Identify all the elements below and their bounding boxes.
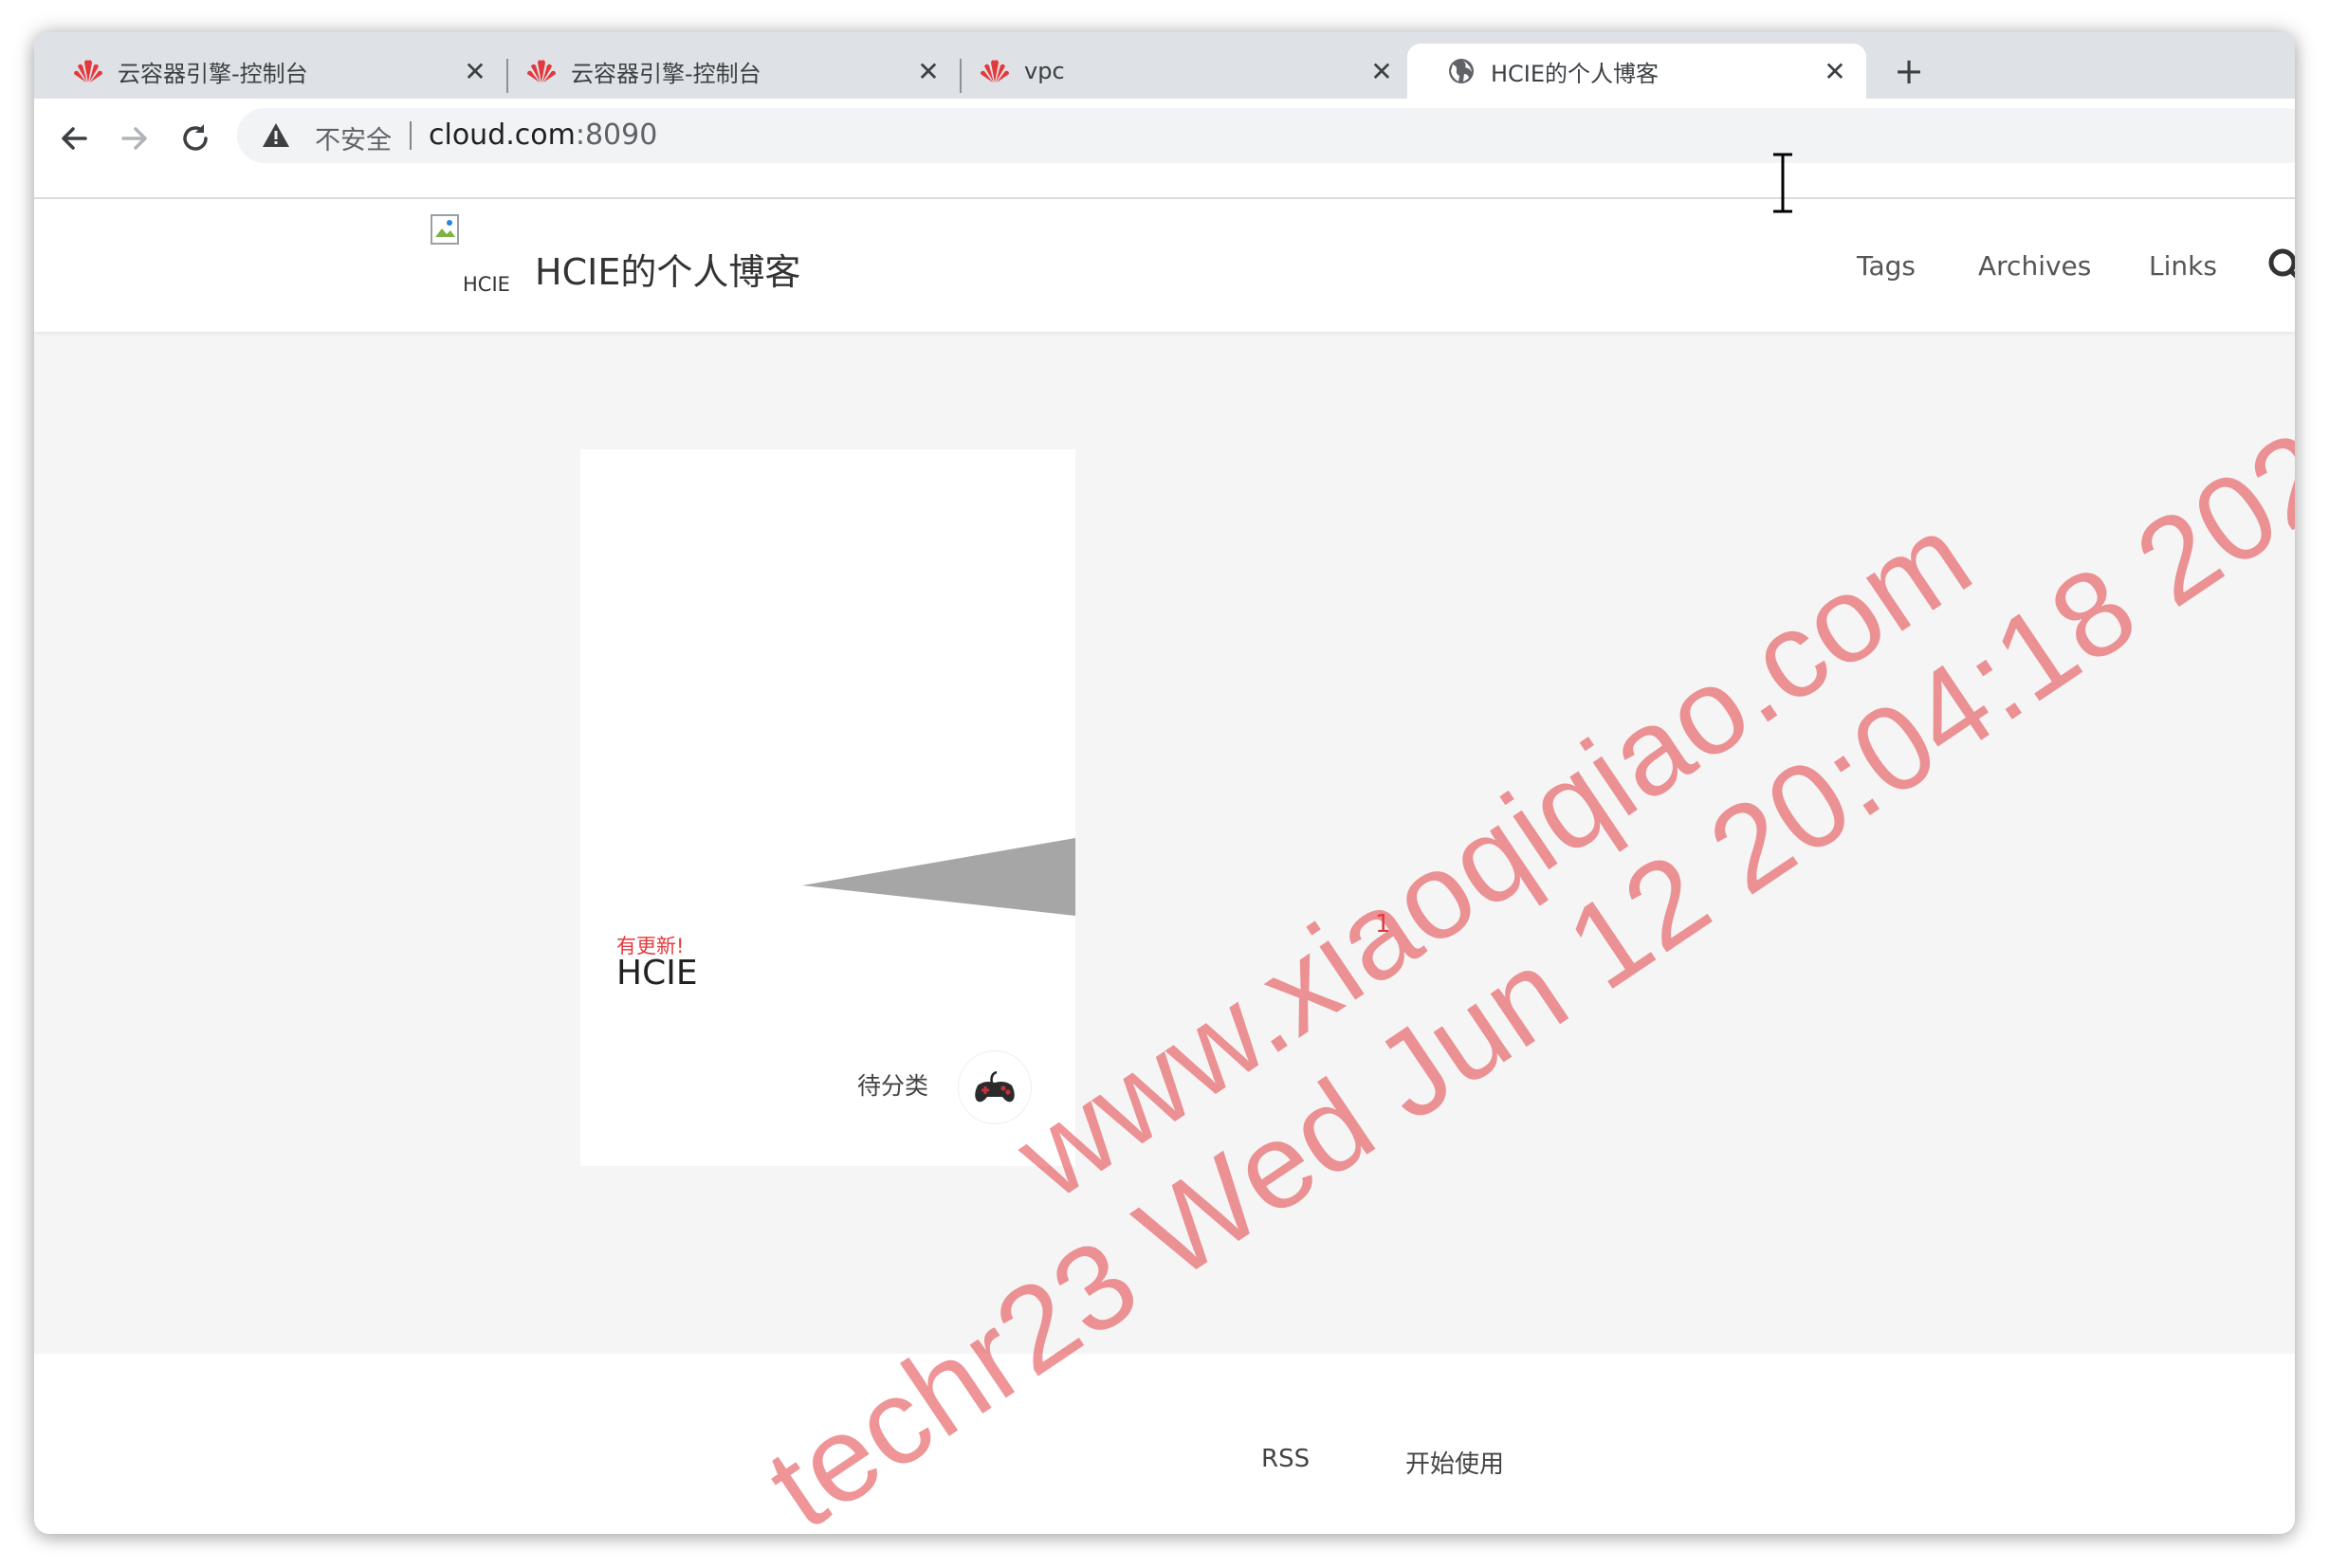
browser-toolbar: 不安全 cloud.com:8090 [34, 99, 2295, 199]
huawei-logo-icon [72, 55, 104, 87]
nav-link-links[interactable]: Links [2149, 250, 2217, 282]
tab-title: 云容器引擎-控制台 [118, 60, 308, 87]
post-title[interactable]: HCIE [616, 954, 698, 993]
tab-strip: 云容器引擎-控制台 ✕ 云容器引擎-控制台 ✕ vpc ✕ HCIE的个人博客 … [34, 32, 2295, 99]
huawei-logo-icon [525, 55, 558, 87]
new-tab-button[interactable]: + [1887, 49, 1931, 93]
tab-title: vpc [1024, 58, 1065, 84]
footer-link-get-started[interactable]: 开始使用 [1405, 1445, 1504, 1480]
close-icon[interactable]: ✕ [1366, 55, 1398, 87]
page-viewport: HCIE HCIE的个人博客 Tags Archives Links 有更新! … [34, 199, 2295, 1534]
url-host: cloud.com [429, 119, 576, 152]
arrow-right-icon [121, 127, 147, 150]
site-header: HCIE HCIE的个人博客 Tags Archives Links [34, 199, 2295, 332]
url-text[interactable]: cloud.com:8090 [429, 119, 657, 152]
tab-title: 云容器引擎-控制台 [571, 60, 761, 87]
huawei-logo-icon [979, 55, 1011, 87]
logo-alt-text: HCIE [463, 273, 510, 296]
address-bar[interactable]: 不安全 cloud.com:8090 [237, 108, 2295, 163]
reload-icon [183, 124, 208, 151]
back-button[interactable] [51, 116, 97, 161]
tab-vpc[interactable]: vpc ✕ [941, 44, 1413, 99]
post-category[interactable]: 待分类 [857, 1067, 928, 1102]
nav-link-archives[interactable]: Archives [1978, 250, 2091, 282]
search-icon[interactable] [2266, 246, 2295, 284]
reload-button[interactable] [173, 116, 218, 161]
tab-hcie-blog[interactable]: HCIE的个人博客 ✕ [1407, 44, 1866, 99]
arrow-left-icon [62, 127, 87, 150]
globe-icon [1445, 55, 1477, 87]
omnibox-divider [410, 121, 412, 150]
close-icon[interactable]: ✕ [912, 55, 944, 87]
forward-button[interactable] [112, 116, 157, 161]
warning-icon[interactable] [262, 121, 290, 150]
nav-link-tags[interactable]: Tags [1857, 250, 1916, 282]
footer-link-rss[interactable]: RSS [1261, 1445, 1310, 1473]
post-card[interactable]: 有更新! HCIE 待分类 [580, 449, 1075, 1166]
tab-cce-console-1[interactable]: 云容器引擎-控制台 ✕ [34, 44, 506, 99]
tab-cce-console-2[interactable]: 云容器引擎-控制台 ✕ [487, 44, 960, 99]
site-footer: RSS 开始使用 [34, 1354, 2295, 1534]
tab-title: HCIE的个人博客 [1491, 60, 1660, 87]
site-title[interactable]: HCIE的个人博客 [535, 243, 800, 295]
close-icon[interactable]: ✕ [1819, 55, 1851, 87]
browser-window: 云容器引擎-控制台 ✕ 云容器引擎-控制台 ✕ vpc ✕ HCIE的个人博客 … [34, 32, 2295, 1534]
url-port: :8090 [575, 119, 658, 152]
close-icon[interactable]: ✕ [459, 55, 491, 87]
text-cursor-icon [1773, 153, 1792, 213]
security-indicator[interactable]: 不安全 [315, 119, 392, 156]
